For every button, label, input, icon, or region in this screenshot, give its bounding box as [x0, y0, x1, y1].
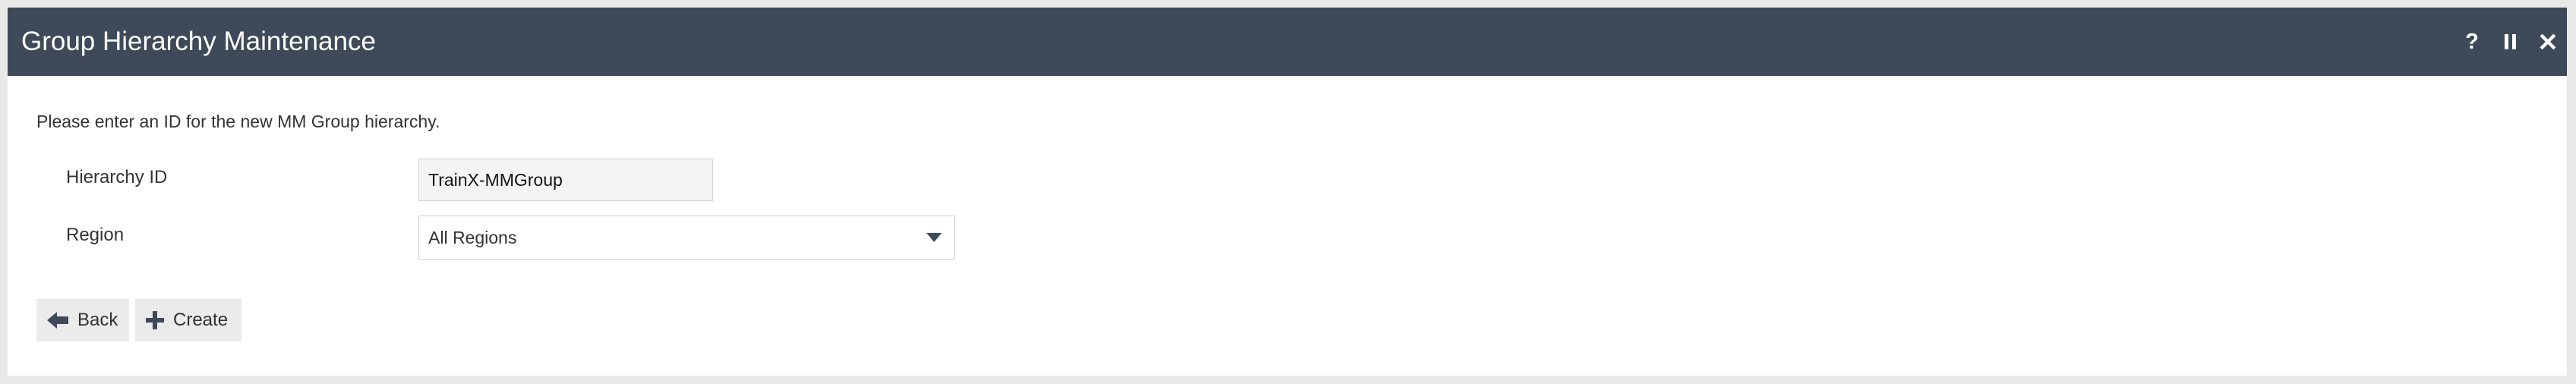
close-button[interactable]: ✕: [2533, 8, 2563, 76]
help-button[interactable]: ?: [2457, 8, 2487, 76]
back-button[interactable]: Back: [36, 299, 129, 342]
dialog-window: Group Hierarchy Maintenance ? ✕ Please e…: [8, 8, 2567, 376]
hierarchy-id-label: Hierarchy ID: [66, 167, 168, 187]
pause-icon: [2504, 34, 2516, 49]
instruction-text: Please enter an ID for the new MM Group …: [36, 112, 440, 131]
arrow-left-icon: [47, 312, 68, 329]
pause-button[interactable]: [2495, 8, 2525, 76]
region-select[interactable]: All Regions: [418, 216, 955, 260]
chevron-down-icon: [927, 233, 942, 242]
create-button-label: Create: [173, 310, 229, 330]
back-button-label: Back: [77, 310, 118, 330]
window-title: Group Hierarchy Maintenance: [21, 27, 376, 56]
plus-icon: [146, 311, 164, 329]
hierarchy-id-input[interactable]: [418, 159, 713, 201]
region-selected-value: All Regions: [428, 228, 517, 247]
create-button[interactable]: Create: [135, 299, 242, 342]
region-label: Region: [66, 225, 125, 245]
title-bar: Group Hierarchy Maintenance ? ✕: [8, 8, 2567, 76]
